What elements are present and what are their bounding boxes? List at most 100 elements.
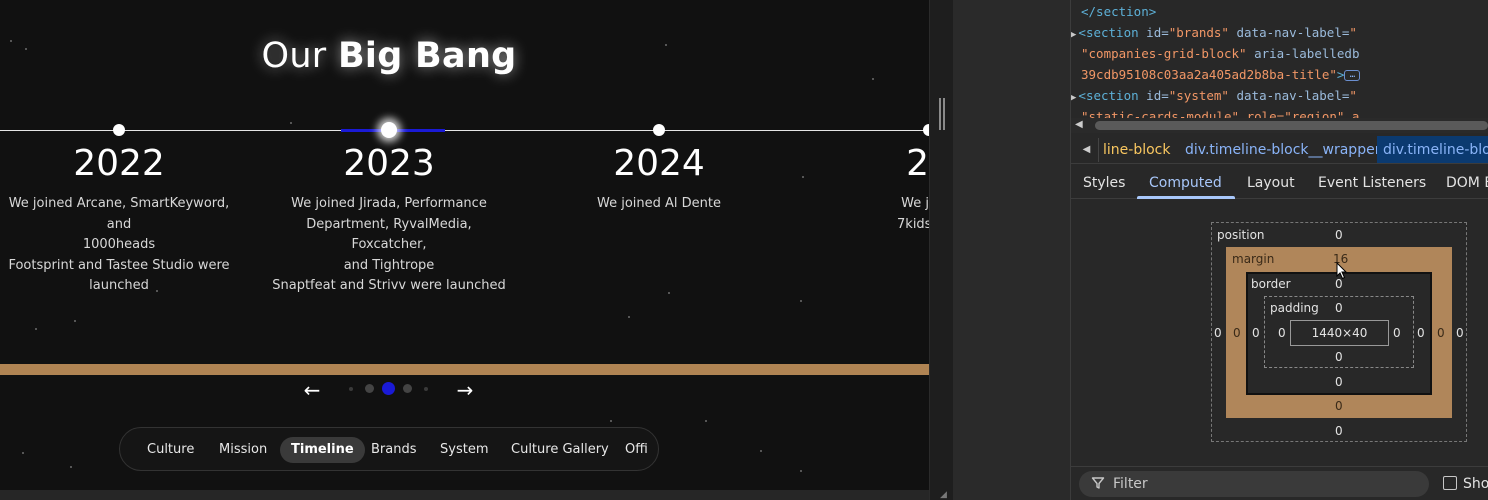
filter-placeholder: Filter bbox=[1113, 476, 1148, 492]
timeline-year: 2023 bbox=[343, 143, 435, 184]
dom-line[interactable]: 39cdb95108c03aa2a405ad2b8ba-title">… bbox=[1081, 67, 1361, 82]
attr-value: 39cdb95108c03aa2a405ad2b8ba-title" bbox=[1081, 67, 1337, 82]
dom-line[interactable]: </section> bbox=[1081, 4, 1156, 19]
position-right-value[interactable]: 0 bbox=[1456, 326, 1464, 340]
attr-value: "companies-grid-block" bbox=[1081, 46, 1247, 61]
show-all-checkbox[interactable] bbox=[1443, 476, 1457, 490]
nav-culture[interactable]: Culture bbox=[136, 437, 205, 463]
nav-culture-gallery[interactable]: Culture Gallery bbox=[500, 437, 620, 463]
panel-splitter[interactable]: ◢ bbox=[929, 0, 953, 500]
padding-left-value[interactable]: 0 bbox=[1278, 326, 1286, 340]
timeline-description: We joined Jirada, Performance Department… bbox=[269, 194, 509, 297]
attr-name: data-nav-label= bbox=[1236, 88, 1350, 103]
breadcrumb-item-selected[interactable]: div.timeline-blo bbox=[1377, 136, 1488, 163]
star bbox=[668, 292, 670, 294]
desc-line: Snaptfeat and Strivv were launched bbox=[272, 278, 506, 293]
nav-timeline[interactable]: Timeline bbox=[280, 437, 365, 463]
border-bottom-value[interactable]: 0 bbox=[1335, 375, 1343, 389]
page-horizontal-scrollbar[interactable] bbox=[0, 490, 929, 500]
attr-value: "static-cards-module" role="region" a bbox=[1081, 109, 1360, 118]
timeline-description: We joined Al Dente bbox=[539, 194, 779, 215]
screen: Our Big Bang 2022 We joined Arcane, Smar… bbox=[0, 0, 1488, 500]
timeline-description: We joined Arcane, SmartKeyword, and 1000… bbox=[0, 194, 239, 297]
section-title: Our Big Bang bbox=[0, 36, 778, 76]
tab-event-listeners[interactable]: Event Listeners bbox=[1318, 165, 1426, 199]
section-nav: Culture Mission Timeline Brands System C… bbox=[119, 427, 659, 471]
devtools-left-pane bbox=[953, 0, 1071, 500]
box-model-content[interactable]: 1440×40 bbox=[1290, 320, 1389, 346]
scroll-left-icon[interactable]: ◀ bbox=[1075, 119, 1083, 130]
star bbox=[290, 122, 292, 124]
drag-handle-icon[interactable] bbox=[939, 98, 945, 130]
devtools-elements-pane: </section> ▶ <section id="brands" data-na… bbox=[1071, 0, 1488, 500]
margin-left-value[interactable]: 0 bbox=[1233, 326, 1241, 340]
attr-value: "brands" bbox=[1168, 25, 1229, 40]
timeline-dot[interactable] bbox=[653, 124, 665, 136]
resize-corner-icon[interactable]: ◢ bbox=[940, 490, 947, 500]
attr-name: id= bbox=[1146, 88, 1169, 103]
dom-horizontal-scrollbar[interactable]: ◀ bbox=[1071, 118, 1488, 133]
breadcrumb-item[interactable]: div.timeline-block__wrapper bbox=[1179, 136, 1386, 163]
pagination-dot[interactable] bbox=[424, 387, 428, 391]
star bbox=[35, 328, 37, 330]
scrollbar-thumb[interactable] bbox=[1095, 121, 1488, 130]
pagination-dot-active[interactable] bbox=[382, 382, 395, 395]
padding-bottom-value[interactable]: 0 bbox=[1335, 350, 1343, 364]
position-left-value[interactable]: 0 bbox=[1214, 326, 1222, 340]
attr-name: data-nav-label= bbox=[1236, 25, 1350, 40]
desc-line: Footsprint and Tastee Studio were bbox=[8, 257, 230, 273]
dom-line[interactable]: ▶ <section id="system" data-nav-label=" bbox=[1071, 88, 1357, 103]
star bbox=[22, 452, 24, 454]
star bbox=[74, 320, 76, 322]
desc-line: Department, RyvalMedia, Foxcatcher, bbox=[306, 216, 472, 253]
position-top-value[interactable]: 0 bbox=[1335, 228, 1343, 242]
pagination-dot[interactable] bbox=[365, 384, 374, 393]
border-left-value[interactable]: 0 bbox=[1252, 326, 1260, 340]
expand-triangle-icon[interactable]: ▶ bbox=[1071, 30, 1076, 40]
star bbox=[610, 420, 612, 422]
pagination-dot[interactable] bbox=[403, 384, 412, 393]
attr-name: aria-labelledb bbox=[1254, 46, 1360, 61]
tab-dom-breakpoints[interactable]: DOM B bbox=[1446, 165, 1488, 199]
margin-bottom-value[interactable]: 0 bbox=[1335, 399, 1343, 413]
position-bottom-value[interactable]: 0 bbox=[1335, 424, 1343, 438]
star bbox=[760, 450, 762, 452]
dom-line[interactable]: ▶ <section id="brands" data-nav-label=" bbox=[1071, 25, 1357, 40]
highlight-bar bbox=[0, 364, 929, 375]
nav-brands[interactable]: Brands bbox=[360, 437, 428, 463]
dom-line[interactable]: "static-cards-module" role="region" a bbox=[1081, 109, 1359, 118]
pagination-dot[interactable] bbox=[349, 387, 353, 391]
nav-offices[interactable]: Offi bbox=[614, 437, 658, 463]
prev-arrow-button[interactable]: ← bbox=[301, 378, 323, 402]
tab-computed[interactable]: Computed bbox=[1149, 165, 1222, 199]
collapsed-ellipsis-icon[interactable]: … bbox=[1344, 70, 1361, 81]
tab-layout[interactable]: Layout bbox=[1247, 165, 1295, 199]
position-label: position bbox=[1217, 228, 1265, 242]
nav-mission[interactable]: Mission bbox=[208, 437, 278, 463]
breadcrumb: ◀ line-block div.timeline-block__wrapper… bbox=[1071, 136, 1488, 164]
breadcrumb-item[interactable]: line-block bbox=[1097, 136, 1176, 163]
padding-right-value[interactable]: 0 bbox=[1393, 326, 1401, 340]
breadcrumb-back-icon[interactable]: ◀ bbox=[1075, 138, 1099, 162]
next-arrow-button[interactable]: → bbox=[454, 378, 476, 402]
expand-triangle-icon[interactable]: ▶ bbox=[1071, 93, 1076, 103]
nav-system[interactable]: System bbox=[429, 437, 499, 463]
star bbox=[872, 78, 874, 80]
timeline-line bbox=[0, 130, 929, 131]
tag-close: > bbox=[1336, 67, 1345, 82]
border-right-value[interactable]: 0 bbox=[1417, 326, 1425, 340]
timeline-item: 2023 We joined Jirada, Performance Depar… bbox=[269, 142, 509, 297]
timeline-item: 2024 We joined Al Dente bbox=[539, 142, 779, 215]
show-all-label: Sho bbox=[1463, 476, 1488, 492]
filter-input[interactable]: Filter bbox=[1079, 471, 1429, 497]
filter-icon bbox=[1091, 477, 1105, 489]
star bbox=[70, 466, 72, 468]
margin-right-value[interactable]: 0 bbox=[1437, 326, 1445, 340]
desc-line: launched bbox=[89, 278, 149, 293]
timeline-dot-active[interactable] bbox=[381, 122, 397, 138]
timeline-dot[interactable] bbox=[113, 124, 125, 136]
dom-line[interactable]: "companies-grid-block" aria-labelledb bbox=[1081, 46, 1359, 61]
padding-top-value[interactable]: 0 bbox=[1335, 301, 1343, 315]
tab-styles[interactable]: Styles bbox=[1083, 165, 1125, 199]
title-light: Our bbox=[261, 36, 327, 76]
